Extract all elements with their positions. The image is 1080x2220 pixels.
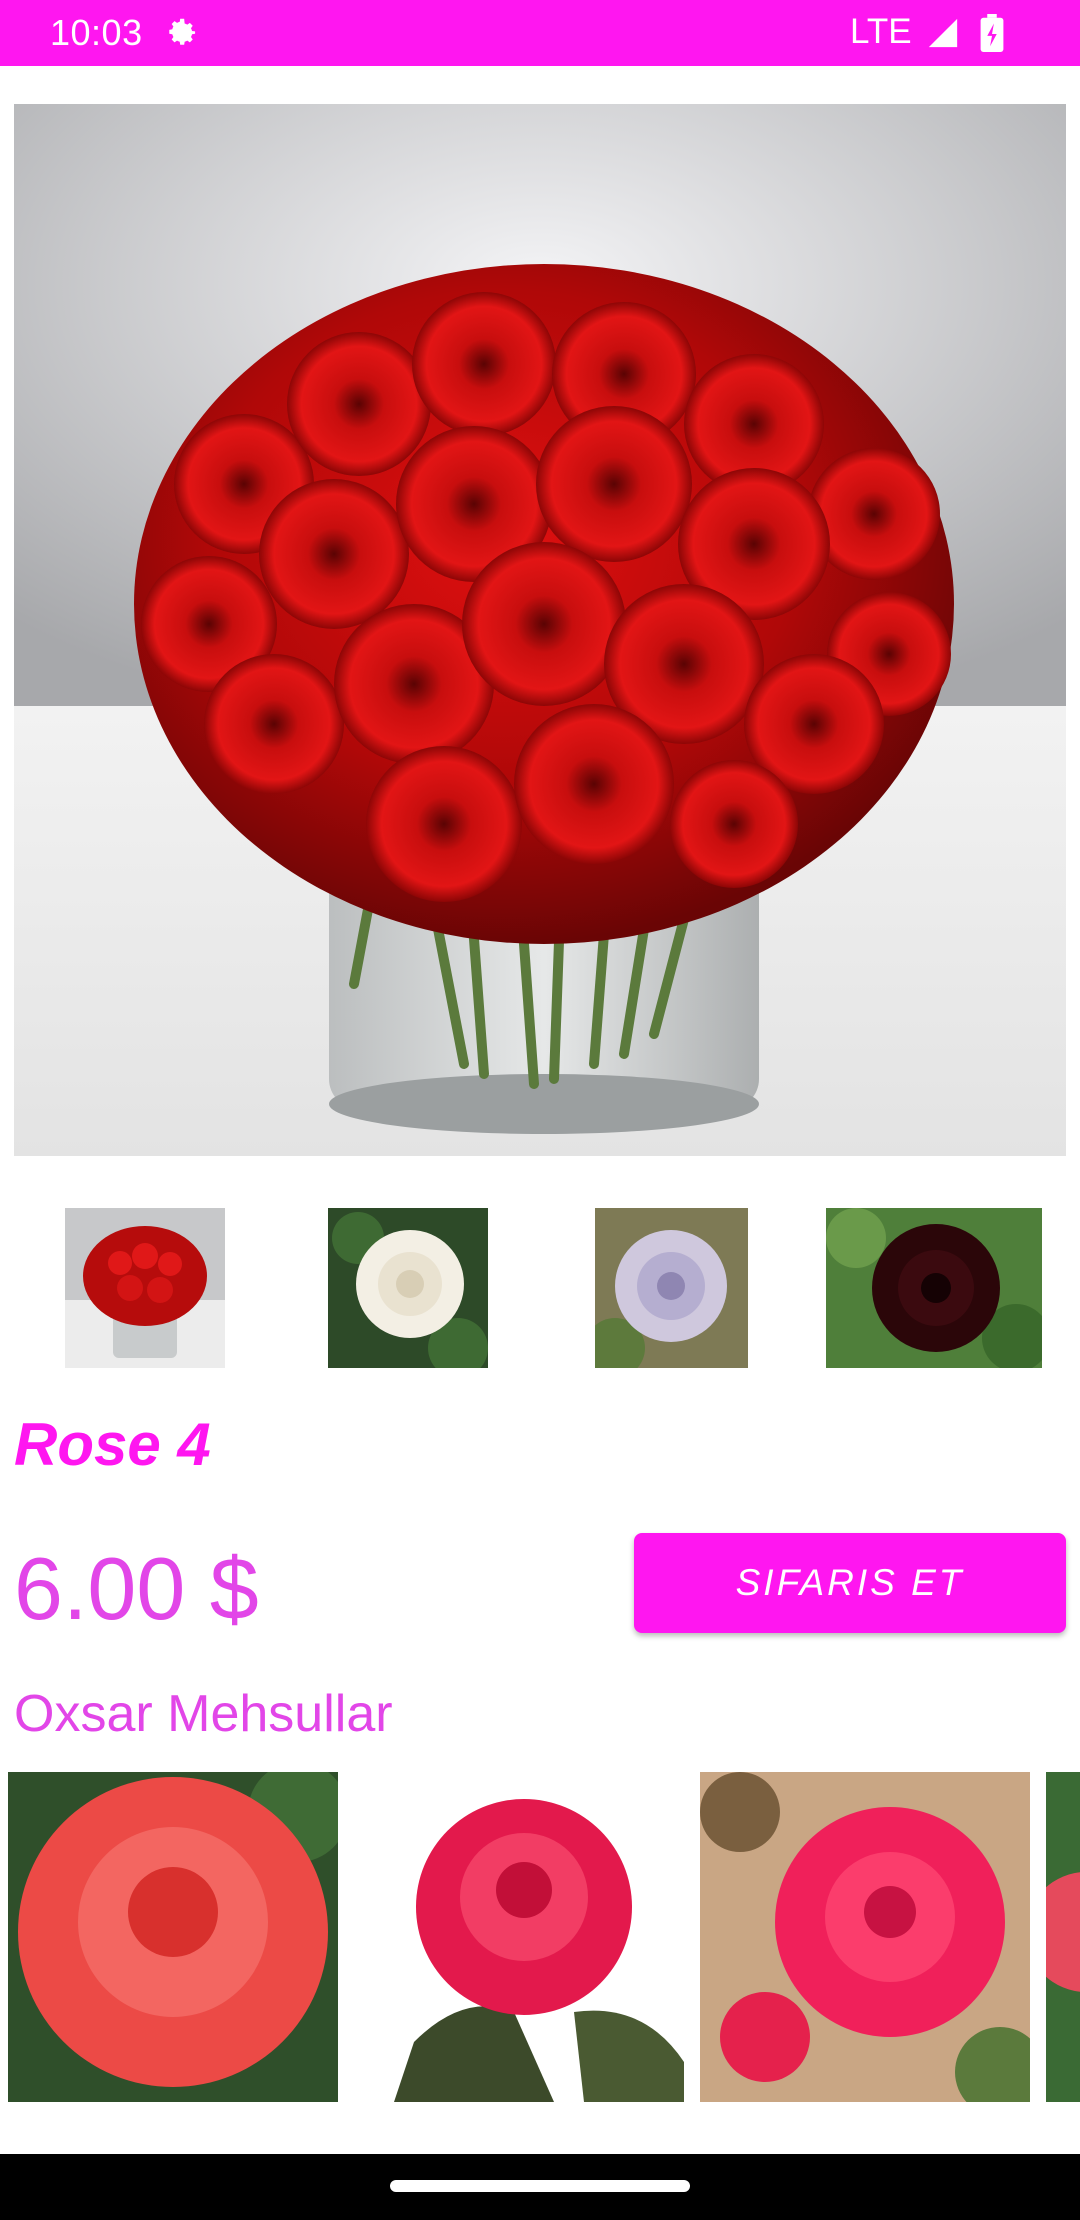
gear-icon — [162, 14, 200, 52]
order-button[interactable]: SIFARIS ET — [634, 1533, 1066, 1633]
thumbnail-white-rose[interactable] — [328, 1208, 488, 1368]
thumbnail-black-rose[interactable] — [826, 1208, 1042, 1368]
battery-charging-icon — [980, 14, 1004, 52]
product-main-image — [14, 104, 1066, 1156]
status-bar: 10:03 LTE — [0, 0, 1080, 66]
thumbnail-red-bouquet[interactable] — [65, 1208, 225, 1368]
similar-item-partial[interactable] — [1046, 1772, 1080, 2102]
signal-icon — [926, 16, 960, 50]
similar-item-coral-rose[interactable] — [8, 1772, 338, 2102]
similar-item-pink-rose[interactable] — [354, 1772, 684, 2102]
similar-products-heading: Oxsar Mehsullar — [14, 1685, 393, 1743]
home-gesture-handle[interactable] — [390, 2180, 690, 2192]
thumbnail-lavender-rose[interactable] — [595, 1208, 748, 1368]
status-time: 10:03 — [50, 12, 143, 53]
similar-item-pink-rose-garden[interactable] — [700, 1772, 1030, 2102]
network-type: LTE — [850, 12, 912, 51]
product-price: 6.00 $ — [14, 1539, 259, 1638]
product-title: Rose 4 — [14, 1411, 211, 1478]
